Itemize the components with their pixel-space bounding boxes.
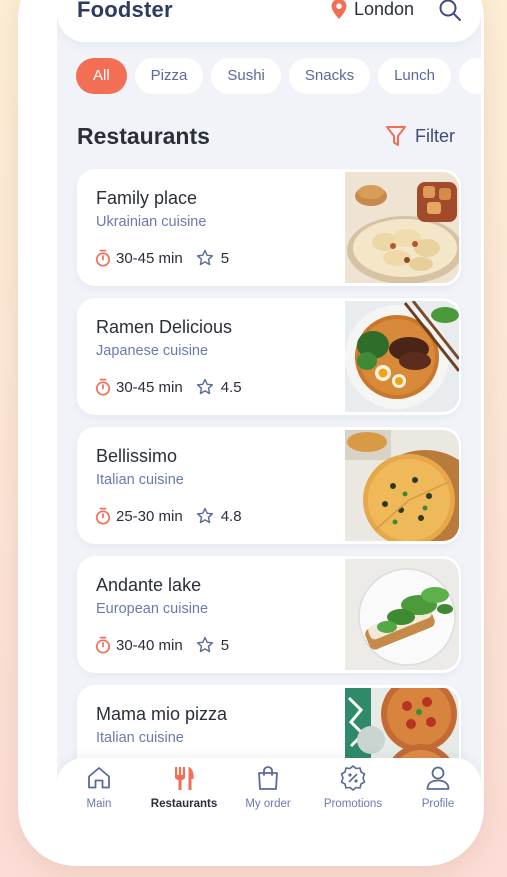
rating-value: 4.8 (220, 507, 242, 525)
location-selector[interactable]: London (330, 0, 414, 20)
restaurant-meta: 25-30 min 4.8 (95, 507, 242, 525)
restaurant-card[interactable]: Andante lake European cuisine 30-40 min … (77, 556, 461, 673)
category-chip-pizza[interactable]: Pizza (134, 58, 204, 94)
fork-knife-icon (175, 767, 194, 790)
restaurant-name: Bellissimo (96, 446, 178, 466)
restaurant-cuisine: Ukrainian cuisine (96, 214, 207, 230)
restaurant-cuisine: Italian cuisine (96, 472, 184, 488)
nav-label: Profile (421, 798, 455, 810)
rating-value: 5 (220, 636, 230, 654)
star-icon (196, 636, 213, 653)
home-icon (88, 767, 110, 789)
category-chips: All Pizza Sushi Snacks Lunch (76, 58, 481, 94)
star-icon (196, 507, 213, 524)
restaurant-cuisine: European cuisine (96, 601, 209, 617)
search-icon[interactable] (438, 0, 462, 22)
category-chip-snacks[interactable]: Snacks (288, 58, 371, 94)
restaurant-photo (345, 172, 459, 283)
restaurant-name: Family place (96, 188, 198, 208)
timer-icon (95, 249, 111, 267)
delivery-time: 30-45 min (116, 249, 183, 267)
star-icon (196, 378, 213, 395)
nav-label: Promotions (323, 798, 383, 810)
timer-icon (95, 636, 111, 654)
restaurant-photo (345, 430, 459, 541)
rating-value: 4.5 (220, 378, 242, 396)
restaurant-card[interactable]: Family place Ukrainian cuisine 30-45 min… (77, 169, 461, 286)
nav-label: Restaurants (150, 798, 218, 810)
restaurant-name: Mama mio pizza (96, 704, 228, 724)
map-pin-icon (331, 0, 347, 19)
section-title: Restaurants (77, 123, 210, 149)
app-screen: Foodster London All Pizza Sushi Snacks L… (57, 0, 481, 818)
restaurant-meta: 30-40 min 5 (95, 636, 229, 654)
delivery-time: 25-30 min (116, 507, 183, 525)
user-icon (426, 766, 450, 790)
app-header: Foodster London (57, 0, 481, 42)
filter-label: Filter (415, 125, 455, 146)
category-chip-lunch[interactable]: Lunch (378, 58, 451, 94)
filter-icon (386, 126, 406, 146)
restaurant-card[interactable]: Bellissimo Italian cuisine 25-30 min 4.8 (77, 427, 461, 544)
discount-badge-icon (340, 765, 366, 791)
restaurant-list: Family place Ukrainian cuisine 30-45 min… (77, 169, 461, 814)
location-label: London (354, 0, 415, 19)
category-chip-more[interactable] (458, 58, 481, 94)
bottom-navigation: Main Restaurants My order Promotions Pro… (57, 758, 481, 818)
star-icon (196, 249, 213, 266)
nav-item-profile[interactable]: Profile (396, 764, 480, 810)
nav-item-main[interactable]: Main (57, 764, 141, 810)
timer-icon (95, 378, 111, 396)
restaurant-name: Andante lake (96, 575, 202, 595)
delivery-time: 30-45 min (116, 378, 183, 396)
app-title: Foodster (77, 0, 173, 22)
timer-icon (95, 507, 111, 525)
restaurant-card[interactable]: Ramen Delicious Japanese cuisine 30-45 m… (77, 298, 461, 415)
nav-item-restaurants[interactable]: Restaurants (142, 764, 226, 810)
restaurant-name: Ramen Delicious (96, 317, 233, 337)
restaurant-photo (345, 559, 459, 670)
restaurant-cuisine: Italian cuisine (96, 730, 184, 746)
shopping-bag-icon (258, 766, 278, 790)
nav-label: My order (245, 798, 291, 810)
delivery-time: 30-40 min (116, 636, 183, 654)
rating-value: 5 (220, 249, 230, 267)
category-chip-all[interactable]: All (76, 58, 127, 94)
nav-item-promotions[interactable]: Promotions (311, 764, 395, 810)
restaurant-meta: 30-45 min 5 (95, 249, 229, 267)
nav-label: Main (86, 798, 112, 810)
filter-button[interactable]: Filter (385, 124, 455, 148)
phone-frame: Foodster London All Pizza Sushi Snacks L… (18, 0, 484, 866)
restaurant-meta: 30-45 min 4.5 (95, 378, 242, 396)
nav-item-my-order[interactable]: My order (226, 764, 310, 810)
category-chip-sushi[interactable]: Sushi (211, 58, 281, 94)
restaurant-photo (345, 301, 459, 412)
restaurant-cuisine: Japanese cuisine (96, 343, 209, 359)
